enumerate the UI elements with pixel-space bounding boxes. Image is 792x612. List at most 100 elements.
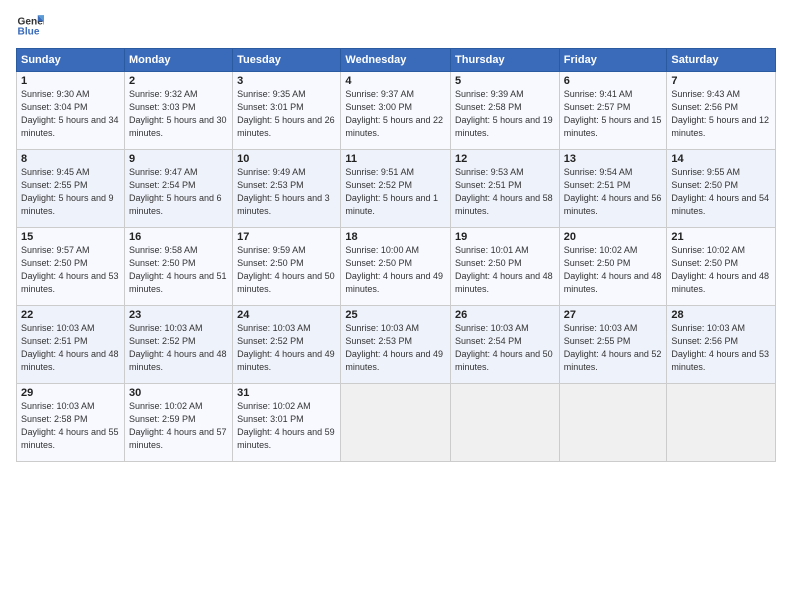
day-detail: Sunrise: 9:43 AMSunset: 2:56 PMDaylight:… <box>671 89 769 138</box>
day-detail: Sunrise: 10:02 AMSunset: 2:59 PMDaylight… <box>129 401 227 450</box>
logo-icon: General Blue <box>16 12 44 40</box>
week-row-4: 22 Sunrise: 10:03 AMSunset: 2:51 PMDayli… <box>17 306 776 384</box>
day-detail: Sunrise: 9:37 AMSunset: 3:00 PMDaylight:… <box>345 89 443 138</box>
day-cell: 22 Sunrise: 10:03 AMSunset: 2:51 PMDayli… <box>17 306 125 384</box>
day-cell: 21 Sunrise: 10:02 AMSunset: 2:50 PMDayli… <box>667 228 776 306</box>
day-cell <box>667 384 776 462</box>
day-detail: Sunrise: 10:03 AMSunset: 2:53 PMDaylight… <box>345 323 443 372</box>
day-number: 21 <box>671 231 771 243</box>
day-detail: Sunrise: 9:51 AMSunset: 2:52 PMDaylight:… <box>345 167 438 216</box>
day-number: 27 <box>564 309 663 321</box>
day-cell: 19 Sunrise: 10:01 AMSunset: 2:50 PMDayli… <box>451 228 560 306</box>
day-detail: Sunrise: 9:54 AMSunset: 2:51 PMDaylight:… <box>564 167 662 216</box>
day-number: 17 <box>237 231 336 243</box>
day-number: 31 <box>237 387 336 399</box>
day-cell: 9 Sunrise: 9:47 AMSunset: 2:54 PMDayligh… <box>124 150 232 228</box>
day-cell: 1 Sunrise: 9:30 AMSunset: 3:04 PMDayligh… <box>17 72 125 150</box>
day-number: 8 <box>21 153 120 165</box>
day-number: 6 <box>564 75 663 87</box>
day-number: 26 <box>455 309 555 321</box>
day-detail: Sunrise: 10:02 AMSunset: 2:50 PMDaylight… <box>671 245 769 294</box>
day-number: 28 <box>671 309 771 321</box>
day-number: 4 <box>345 75 446 87</box>
day-detail: Sunrise: 10:03 AMSunset: 2:56 PMDaylight… <box>671 323 769 372</box>
day-detail: Sunrise: 9:32 AMSunset: 3:03 PMDaylight:… <box>129 89 227 138</box>
day-detail: Sunrise: 9:35 AMSunset: 3:01 PMDaylight:… <box>237 89 335 138</box>
day-cell: 29 Sunrise: 10:03 AMSunset: 2:58 PMDayli… <box>17 384 125 462</box>
day-detail: Sunrise: 9:59 AMSunset: 2:50 PMDaylight:… <box>237 245 335 294</box>
col-header-thursday: Thursday <box>451 49 560 72</box>
day-cell: 5 Sunrise: 9:39 AMSunset: 2:58 PMDayligh… <box>451 72 560 150</box>
day-number: 18 <box>345 231 446 243</box>
day-detail: Sunrise: 9:53 AMSunset: 2:51 PMDaylight:… <box>455 167 553 216</box>
day-detail: Sunrise: 10:03 AMSunset: 2:51 PMDaylight… <box>21 323 119 372</box>
day-cell: 17 Sunrise: 9:59 AMSunset: 2:50 PMDaylig… <box>233 228 341 306</box>
page: General Blue SundayMondayTuesdayWednesda… <box>0 0 792 612</box>
day-cell: 4 Sunrise: 9:37 AMSunset: 3:00 PMDayligh… <box>341 72 451 150</box>
day-detail: Sunrise: 10:01 AMSunset: 2:50 PMDaylight… <box>455 245 553 294</box>
week-row-5: 29 Sunrise: 10:03 AMSunset: 2:58 PMDayli… <box>17 384 776 462</box>
day-number: 19 <box>455 231 555 243</box>
day-number: 13 <box>564 153 663 165</box>
col-header-wednesday: Wednesday <box>341 49 451 72</box>
day-detail: Sunrise: 10:03 AMSunset: 2:58 PMDaylight… <box>21 401 119 450</box>
day-detail: Sunrise: 10:02 AMSunset: 3:01 PMDaylight… <box>237 401 335 450</box>
day-cell: 31 Sunrise: 10:02 AMSunset: 3:01 PMDayli… <box>233 384 341 462</box>
day-detail: Sunrise: 9:41 AMSunset: 2:57 PMDaylight:… <box>564 89 662 138</box>
col-header-friday: Friday <box>559 49 667 72</box>
svg-text:Blue: Blue <box>18 27 40 38</box>
day-detail: Sunrise: 9:39 AMSunset: 2:58 PMDaylight:… <box>455 89 553 138</box>
day-number: 20 <box>564 231 663 243</box>
day-detail: Sunrise: 10:03 AMSunset: 2:52 PMDaylight… <box>237 323 335 372</box>
day-detail: Sunrise: 10:03 AMSunset: 2:55 PMDaylight… <box>564 323 662 372</box>
day-cell: 10 Sunrise: 9:49 AMSunset: 2:53 PMDaylig… <box>233 150 341 228</box>
day-cell: 2 Sunrise: 9:32 AMSunset: 3:03 PMDayligh… <box>124 72 232 150</box>
day-cell: 3 Sunrise: 9:35 AMSunset: 3:01 PMDayligh… <box>233 72 341 150</box>
day-cell: 30 Sunrise: 10:02 AMSunset: 2:59 PMDayli… <box>124 384 232 462</box>
day-detail: Sunrise: 9:55 AMSunset: 2:50 PMDaylight:… <box>671 167 769 216</box>
day-number: 11 <box>345 153 446 165</box>
day-cell: 27 Sunrise: 10:03 AMSunset: 2:55 PMDayli… <box>559 306 667 384</box>
day-number: 1 <box>21 75 120 87</box>
day-number: 15 <box>21 231 120 243</box>
day-cell: 13 Sunrise: 9:54 AMSunset: 2:51 PMDaylig… <box>559 150 667 228</box>
col-header-saturday: Saturday <box>667 49 776 72</box>
day-number: 22 <box>21 309 120 321</box>
day-detail: Sunrise: 9:58 AMSunset: 2:50 PMDaylight:… <box>129 245 227 294</box>
day-cell: 18 Sunrise: 10:00 AMSunset: 2:50 PMDayli… <box>341 228 451 306</box>
day-number: 23 <box>129 309 228 321</box>
day-number: 29 <box>21 387 120 399</box>
day-number: 24 <box>237 309 336 321</box>
day-cell: 23 Sunrise: 10:03 AMSunset: 2:52 PMDayli… <box>124 306 232 384</box>
day-detail: Sunrise: 9:30 AMSunset: 3:04 PMDaylight:… <box>21 89 119 138</box>
day-cell: 26 Sunrise: 10:03 AMSunset: 2:54 PMDayli… <box>451 306 560 384</box>
day-number: 10 <box>237 153 336 165</box>
calendar-table: SundayMondayTuesdayWednesdayThursdayFrid… <box>16 48 776 462</box>
col-header-tuesday: Tuesday <box>233 49 341 72</box>
day-cell: 24 Sunrise: 10:03 AMSunset: 2:52 PMDayli… <box>233 306 341 384</box>
day-cell: 14 Sunrise: 9:55 AMSunset: 2:50 PMDaylig… <box>667 150 776 228</box>
week-row-1: 1 Sunrise: 9:30 AMSunset: 3:04 PMDayligh… <box>17 72 776 150</box>
day-cell: 8 Sunrise: 9:45 AMSunset: 2:55 PMDayligh… <box>17 150 125 228</box>
header-row: SundayMondayTuesdayWednesdayThursdayFrid… <box>17 49 776 72</box>
header: General Blue <box>16 12 776 40</box>
day-cell: 15 Sunrise: 9:57 AMSunset: 2:50 PMDaylig… <box>17 228 125 306</box>
day-number: 7 <box>671 75 771 87</box>
day-number: 5 <box>455 75 555 87</box>
day-cell <box>341 384 451 462</box>
day-number: 9 <box>129 153 228 165</box>
day-number: 12 <box>455 153 555 165</box>
week-row-3: 15 Sunrise: 9:57 AMSunset: 2:50 PMDaylig… <box>17 228 776 306</box>
day-number: 30 <box>129 387 228 399</box>
day-cell: 11 Sunrise: 9:51 AMSunset: 2:52 PMDaylig… <box>341 150 451 228</box>
logo: General Blue <box>16 12 44 40</box>
week-row-2: 8 Sunrise: 9:45 AMSunset: 2:55 PMDayligh… <box>17 150 776 228</box>
day-number: 16 <box>129 231 228 243</box>
day-cell: 28 Sunrise: 10:03 AMSunset: 2:56 PMDayli… <box>667 306 776 384</box>
day-detail: Sunrise: 9:49 AMSunset: 2:53 PMDaylight:… <box>237 167 330 216</box>
day-number: 25 <box>345 309 446 321</box>
day-detail: Sunrise: 9:57 AMSunset: 2:50 PMDaylight:… <box>21 245 119 294</box>
day-detail: Sunrise: 10:02 AMSunset: 2:50 PMDaylight… <box>564 245 662 294</box>
col-header-sunday: Sunday <box>17 49 125 72</box>
day-cell <box>451 384 560 462</box>
